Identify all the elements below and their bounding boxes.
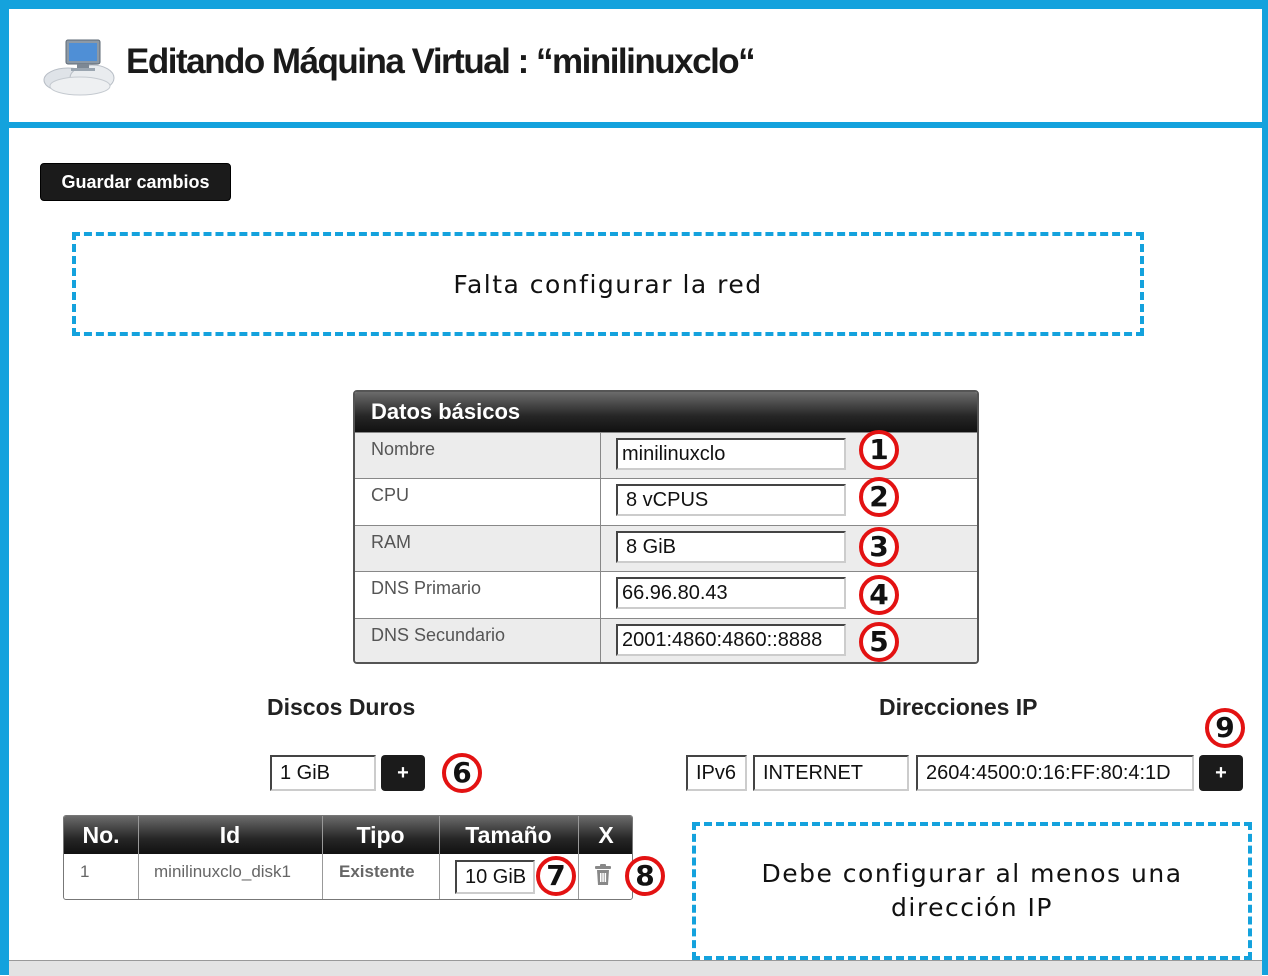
dns-primary-label: DNS Primario bbox=[371, 578, 482, 599]
marker-6: 6 bbox=[442, 753, 482, 793]
column-divider bbox=[600, 525, 601, 572]
marker-7: 7 bbox=[536, 856, 576, 896]
disks-title: Discos Duros bbox=[267, 694, 416, 720]
dns-secondary-label: DNS Secundario bbox=[371, 624, 506, 645]
column-divider bbox=[138, 816, 139, 899]
ram-label: RAM bbox=[371, 531, 411, 552]
name-input[interactable]: minilinuxclo bbox=[616, 438, 846, 470]
column-divider bbox=[322, 816, 323, 899]
disk-row-id: minilinuxclo_disk1 bbox=[154, 862, 292, 881]
cpu-select[interactable]: 8 vCPUS bbox=[616, 484, 846, 517]
marker-8: 8 bbox=[625, 856, 665, 896]
dns-secondary-input[interactable]: 2001:4860:4860::8888 bbox=[616, 623, 846, 656]
column-divider bbox=[600, 479, 601, 525]
col-tipo: Tipo bbox=[356, 822, 405, 848]
col-no: No. bbox=[82, 822, 120, 848]
ip-address-input[interactable]: 2604:4500:0:16:FF:80:4:1D bbox=[916, 755, 1194, 791]
marker-2: 2 bbox=[859, 477, 899, 517]
ip-warning: Debe configurar al menos una dirección I… bbox=[692, 822, 1252, 960]
ram-select[interactable]: 8 GiB bbox=[616, 530, 846, 563]
name-label: Nombre bbox=[371, 439, 436, 459]
disk-size-field[interactable]: 10 GiB bbox=[455, 860, 535, 894]
page-title: Editando Máquina Virtual : “minilinuxclo… bbox=[126, 42, 756, 81]
col-id: Id bbox=[219, 822, 241, 848]
column-divider bbox=[600, 618, 601, 662]
network-warning: Falta configurar la red bbox=[72, 232, 1144, 336]
basic-data-title: Datos básicos bbox=[355, 392, 977, 432]
bottom-scrollbar bbox=[9, 960, 1262, 976]
add-ip-button[interactable]: + bbox=[1199, 755, 1243, 791]
ip-warning-text: Debe configurar al menos una dirección I… bbox=[761, 859, 1183, 922]
cloud-computer-icon bbox=[43, 39, 115, 96]
marker-5: 5 bbox=[859, 622, 899, 662]
marker-4: 4 bbox=[859, 575, 899, 615]
ips-title: Direcciones IP bbox=[879, 694, 1038, 720]
top-border bbox=[0, 0, 1268, 9]
add-disk-button[interactable]: + bbox=[381, 755, 425, 791]
trash-icon[interactable] bbox=[594, 864, 612, 886]
col-tamano: Tamaño bbox=[465, 822, 552, 848]
marker-3: 3 bbox=[859, 527, 899, 567]
right-border bbox=[1262, 0, 1268, 975]
network-warning-text: Falta configurar la red bbox=[453, 269, 763, 299]
column-divider bbox=[439, 816, 440, 899]
disk-row-type: Existente bbox=[339, 862, 415, 881]
dns-primary-input[interactable]: 66.96.80.43 bbox=[616, 577, 846, 610]
disk-row-no: 1 bbox=[80, 862, 90, 881]
marker-9: 9 bbox=[1205, 708, 1245, 748]
save-button[interactable]: Guardar cambios bbox=[40, 163, 231, 201]
col-delete: X bbox=[598, 822, 614, 848]
column-divider bbox=[578, 816, 579, 899]
disk-size-input[interactable]: 1 GiB bbox=[270, 755, 376, 791]
header-divider bbox=[0, 122, 1268, 128]
ip-network-select[interactable]: INTERNET bbox=[753, 755, 909, 791]
ip-version-select[interactable]: IPv6 bbox=[686, 755, 747, 791]
cpu-label: CPU bbox=[371, 485, 410, 506]
left-border bbox=[0, 0, 9, 975]
marker-1: 1 bbox=[859, 430, 899, 470]
column-divider bbox=[600, 572, 601, 618]
column-divider bbox=[600, 433, 601, 479]
